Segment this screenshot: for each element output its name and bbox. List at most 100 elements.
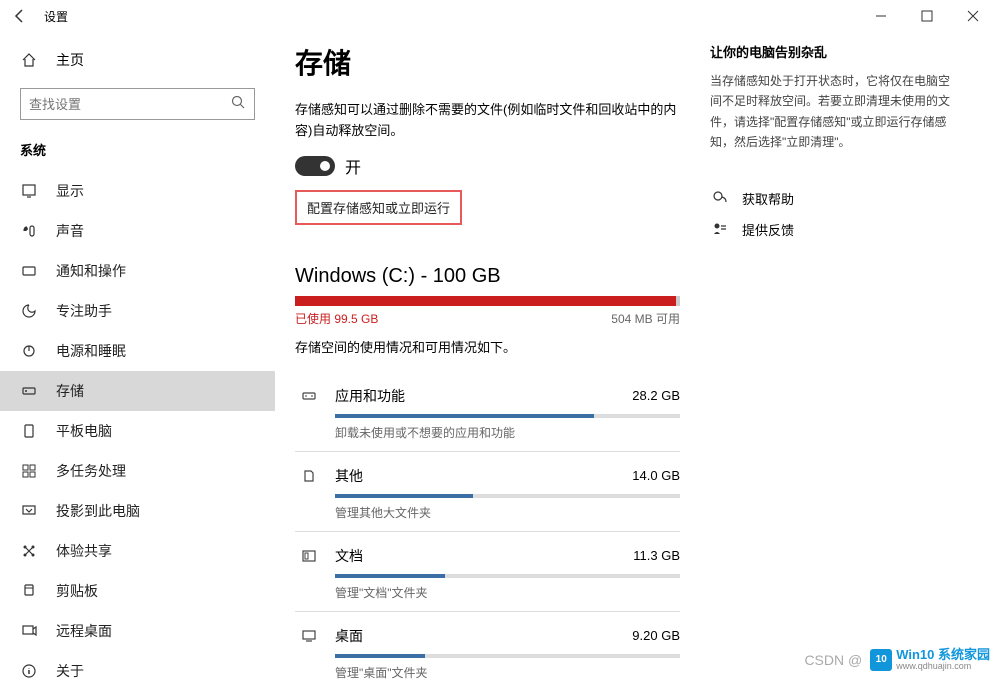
- category-name: 其他: [335, 466, 632, 486]
- drive-title: Windows (C:) - 100 GB: [295, 265, 680, 288]
- sidebar-home-label: 主页: [56, 50, 84, 70]
- sidebar-item-label: 关于: [56, 661, 84, 681]
- shared-experiences-icon: [20, 543, 38, 559]
- sidebar-item-label: 平板电脑: [56, 421, 112, 441]
- sidebar-item-label: 远程桌面: [56, 621, 112, 641]
- feedback-icon: [710, 221, 730, 237]
- tip-title: 让你的电脑告别杂乱: [710, 42, 960, 61]
- about-icon: [20, 663, 38, 679]
- projecting-icon: [20, 503, 38, 519]
- category-size: 11.3 GB: [633, 548, 680, 563]
- category-desktop[interactable]: 桌面9.20 GB管理"桌面"文件夹: [295, 616, 680, 681]
- configure-storage-sense-link[interactable]: 配置存储感知或立即运行: [295, 190, 462, 225]
- category-size: 14.0 GB: [632, 468, 680, 483]
- category-bar: [335, 414, 680, 418]
- sidebar-item-remote-desktop[interactable]: 远程桌面: [0, 611, 275, 651]
- sidebar-section-title: 系统: [0, 136, 275, 171]
- category-name: 应用和功能: [335, 386, 632, 406]
- remote-desktop-icon: [20, 623, 38, 639]
- storage-sense-toggle[interactable]: [295, 156, 335, 176]
- documents-icon: [295, 548, 323, 564]
- apps-icon: [295, 388, 323, 404]
- category-bar: [335, 494, 680, 498]
- drive-usage-bar: [295, 296, 680, 306]
- search-input[interactable]: [29, 97, 230, 112]
- aside: 让你的电脑告别杂乱 当存储感知处于打开状态时，它将仅在电脑空间不足时释放空间。若…: [710, 42, 960, 661]
- sidebar-item-label: 多任务处理: [56, 461, 126, 481]
- maximize-button[interactable]: [904, 0, 950, 32]
- clipboard-icon: [20, 583, 38, 599]
- sidebar: 主页 系统 显示声音通知和操作专注助手电源和睡眠存储平板电脑多任务处理投影到此电…: [0, 32, 275, 681]
- sidebar-item-power-sleep[interactable]: 电源和睡眠: [0, 331, 275, 371]
- focus-assist-icon: [20, 303, 38, 319]
- main-content: 存储 存储感知可以通过删除不需要的文件(例如临时文件和回收站中的内容)自动释放空…: [295, 42, 680, 661]
- sidebar-item-notifications[interactable]: 通知和操作: [0, 251, 275, 291]
- sidebar-item-projecting[interactable]: 投影到此电脑: [0, 491, 275, 531]
- category-name: 文档: [335, 546, 633, 566]
- free-text: 504 MB 可用: [611, 310, 680, 327]
- sidebar-item-shared-experiences[interactable]: 体验共享: [0, 531, 275, 571]
- page-title: 存储: [295, 42, 680, 82]
- watermark: CSDN @ 10 Win10 系统家园 www.qdhuajin.com: [804, 648, 990, 671]
- back-button[interactable]: [4, 0, 36, 32]
- category-subtitle: 卸载未使用或不想要的应用和功能: [335, 424, 680, 441]
- category-other[interactable]: 其他14.0 GB 管理其他大文件夹: [295, 456, 680, 532]
- titlebar: 设置: [0, 0, 1000, 32]
- other-icon: [295, 468, 323, 484]
- category-bar: [335, 574, 680, 578]
- sound-icon: [20, 223, 38, 239]
- sidebar-item-label: 投影到此电脑: [56, 501, 140, 521]
- sidebar-item-label: 电源和睡眠: [56, 341, 126, 361]
- give-feedback-link[interactable]: 提供反馈: [710, 214, 960, 245]
- sidebar-item-label: 通知和操作: [56, 261, 126, 281]
- desktop-icon: [295, 628, 323, 644]
- category-size: 28.2 GB: [632, 388, 680, 403]
- category-bar: [335, 654, 680, 658]
- used-text: 已使用 99.5 GB: [295, 310, 378, 327]
- category-subtitle: 管理"桌面"文件夹: [335, 664, 680, 681]
- window-title: 设置: [44, 8, 68, 25]
- sidebar-item-clipboard[interactable]: 剪贴板: [0, 571, 275, 611]
- tip-body: 当存储感知处于打开状态时，它将仅在电脑空间不足时释放空间。若要立即清理未使用的文…: [710, 71, 960, 153]
- watermark-url: www.qdhuajin.com: [896, 661, 990, 671]
- display-icon: [20, 183, 38, 199]
- sidebar-item-label: 专注助手: [56, 301, 112, 321]
- sidebar-item-label: 体验共享: [56, 541, 112, 561]
- sidebar-item-label: 存储: [56, 381, 84, 401]
- sidebar-item-label: 剪贴板: [56, 581, 98, 601]
- close-button[interactable]: [950, 0, 996, 32]
- storage-icon: [20, 383, 38, 399]
- help-icon: [710, 190, 730, 206]
- category-subtitle: 管理其他大文件夹: [335, 504, 680, 521]
- category-size: 9.20 GB: [632, 628, 680, 643]
- category-subtitle: 管理"文档"文件夹: [335, 584, 680, 601]
- usage-desc: 存储空间的使用情况和可用情况如下。: [295, 337, 680, 356]
- watermark-logo-icon: 10: [870, 649, 892, 671]
- sidebar-item-tablet[interactable]: 平板电脑: [0, 411, 275, 451]
- get-help-label: 获取帮助: [742, 189, 794, 208]
- get-help-link[interactable]: 获取帮助: [710, 183, 960, 214]
- multitasking-icon: [20, 463, 38, 479]
- toggle-label: 开: [345, 154, 361, 178]
- give-feedback-label: 提供反馈: [742, 220, 794, 239]
- sidebar-item-focus-assist[interactable]: 专注助手: [0, 291, 275, 331]
- sidebar-item-multitasking[interactable]: 多任务处理: [0, 451, 275, 491]
- notifications-icon: [20, 263, 38, 279]
- home-icon: [20, 52, 38, 68]
- minimize-button[interactable]: [858, 0, 904, 32]
- watermark-csdn: CSDN @: [804, 652, 862, 668]
- sidebar-home[interactable]: 主页: [0, 40, 275, 80]
- sidebar-item-label: 声音: [56, 221, 84, 241]
- sidebar-item-display[interactable]: 显示: [0, 171, 275, 211]
- category-documents[interactable]: 文档11.3 GB 管理"文档"文件夹: [295, 536, 680, 612]
- storage-sense-desc: 存储感知可以通过删除不需要的文件(例如临时文件和回收站中的内容)自动释放空间。: [295, 100, 680, 142]
- search-box[interactable]: [20, 88, 255, 120]
- sidebar-item-sound[interactable]: 声音: [0, 211, 275, 251]
- sidebar-item-label: 显示: [56, 181, 84, 201]
- tablet-icon: [20, 423, 38, 439]
- sidebar-item-about[interactable]: 关于: [0, 651, 275, 681]
- power-sleep-icon: [20, 343, 38, 359]
- search-icon: [230, 94, 246, 115]
- sidebar-item-storage[interactable]: 存储: [0, 371, 275, 411]
- category-apps[interactable]: 应用和功能28.2 GB 卸载未使用或不想要的应用和功能: [295, 376, 680, 452]
